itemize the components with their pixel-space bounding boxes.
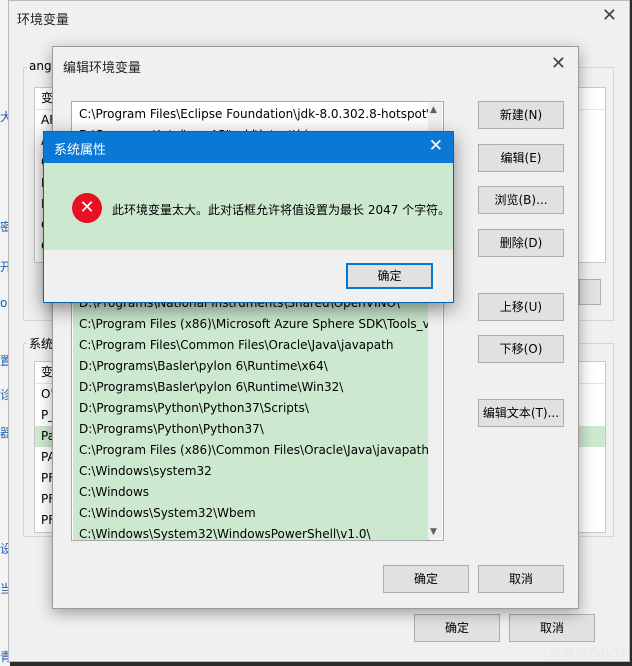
delete-button[interactable]: 删除(D) [478,229,564,257]
list-item[interactable]: C:\Windows\System32\WindowsPowerShell\v1… [73,524,430,540]
list-item[interactable]: D:\Programs\Python\Python37\ [73,419,430,440]
dialog-message: 此环境变量太大。此对话框允许将值设置为最长 2047 个字符。 [112,203,451,217]
new-button[interactable]: 新建(N) [478,101,564,129]
close-icon[interactable]: ✕ [429,136,443,156]
env-ok-button[interactable]: 确定 [414,614,500,642]
system-properties-dialog: 系统属性 ✕ ✕ 此环境变量太大。此对话框允许将值设置为最长 2047 个字符。… [43,131,454,303]
list-item[interactable]: C:\Program Files\Eclipse Foundation\jdk-… [73,104,430,125]
list-item[interactable]: D:\Programs\Python\Python37\Scripts\ [73,398,430,419]
edit-button[interactable]: 编辑(E) [478,144,564,172]
system-variables-label: 系统 [27,335,56,352]
dialog-message-area: ✕ 此环境变量太大。此对话框允许将值设置为最长 2047 个字符。 [44,163,453,250]
list-item[interactable]: C:\Windows\System32\Wbem [73,503,430,524]
edit-cancel-button[interactable]: 取消 [478,565,564,593]
window-title: 环境变量 [17,13,70,28]
list-item[interactable]: C:\Program Files (x86)\Microsoft Azure S… [73,314,430,335]
scroll-down-arrow-icon[interactable]: ▼ [430,527,437,537]
move-up-button[interactable]: 上移(U) [478,293,564,321]
list-item[interactable]: D:\Programs\Basler\pylon 6\Runtime\x64\ [73,356,430,377]
close-icon[interactable]: ✕ [551,53,566,74]
edit-text-button[interactable]: 编辑文本(T)... [478,399,564,427]
move-down-button[interactable]: 下移(O) [478,335,564,363]
edit-ok-button[interactable]: 确定 [383,565,469,593]
window-title: 编辑环境变量 [63,61,142,76]
list-item[interactable]: D:\Programs\Basler\pylon 6\Runtime\Win32… [73,377,430,398]
env-cancel-button[interactable]: 取消 [509,614,595,642]
list-item[interactable]: C:\Windows\system32 [73,461,430,482]
browse-button[interactable]: 浏览(B)... [478,186,564,214]
list-item[interactable]: C:\Program Files\Common Files\Oracle\Jav… [73,335,430,356]
list-item[interactable]: C:\Program Files (x86)\Common Files\Orac… [73,440,430,461]
list-item[interactable]: C:\Windows [73,482,430,503]
close-icon[interactable]: ✕ [602,5,617,26]
user-variables-partial-button[interactable] [579,279,601,305]
dialog-ok-button[interactable]: 确定 [346,263,433,289]
error-icon: ✕ [72,193,102,223]
watermark: CSDN @Park33 [542,647,626,660]
dialog-title: 系统属性 [54,143,107,158]
scroll-up-arrow-icon[interactable]: ▲ [430,105,437,115]
